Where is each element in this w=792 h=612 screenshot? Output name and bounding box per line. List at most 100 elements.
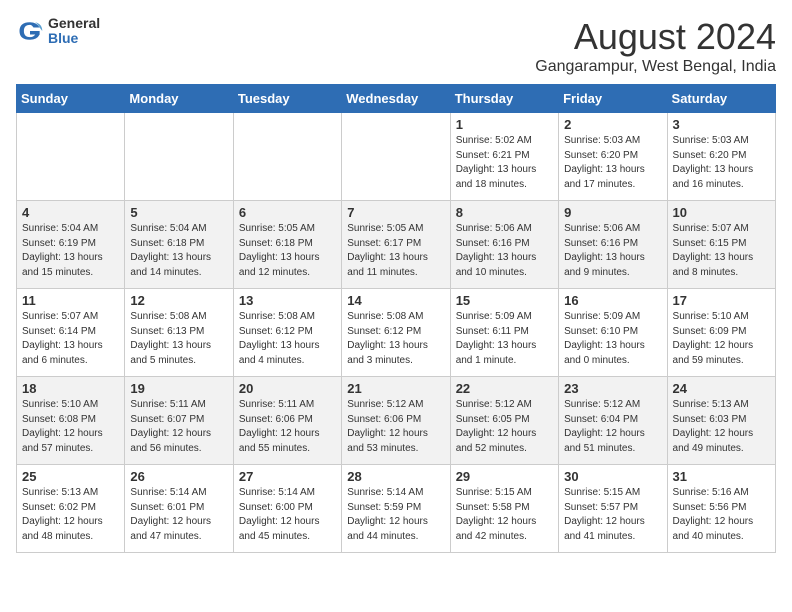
calendar-week-5: 25 Sunrise: 5:13 AM Sunset: 6:02 PM Dayli… [17,465,776,553]
calendar-week-2: 4 Sunrise: 5:04 AM Sunset: 6:19 PM Daylig… [17,201,776,289]
day-info: Sunrise: 5:15 AM Sunset: 5:57 PM Dayligh… [564,486,661,544]
calendar-cell [17,113,125,201]
weekday-header-monday: Monday [125,85,233,113]
calendar-week-4: 18 Sunrise: 5:10 AM Sunset: 6:08 PM Dayli… [17,377,776,465]
calendar-cell: 20Sunrise: 5:11 AM Sunset: 6:06 PM Dayli… [233,377,341,465]
calendar-cell [233,113,341,201]
day-number: 7 [347,205,444,220]
calendar-cell: 16 Sunrise: 5:09 AM Sunset: 6:10 PM Dayli… [559,289,667,377]
day-number: 9 [564,205,661,220]
day-info: Sunrise: 5:13 AM Sunset: 6:02 PM Dayligh… [22,486,119,544]
day-number: 16 [564,293,661,308]
calendar-cell: 22Sunrise: 5:12 AM Sunset: 6:05 PM Dayli… [450,377,558,465]
day-info: Sunrise: 5:05 AM Sunset: 6:18 PM Dayligh… [239,222,336,280]
day-number: 14 [347,293,444,308]
calendar-cell: 12 Sunrise: 5:08 AM Sunset: 6:13 PM Dayli… [125,289,233,377]
day-info: Sunrise: 5:12 AM Sunset: 6:04 PM Dayligh… [564,398,661,456]
calendar-cell: 24 Sunrise: 5:13 AM Sunset: 6:03 PM Dayli… [667,377,775,465]
calendar-cell [342,113,450,201]
day-number: 4 [22,205,119,220]
day-number: 15 [456,293,553,308]
day-info: Sunrise: 5:07 AM Sunset: 6:15 PM Dayligh… [673,222,770,280]
day-info: Sunrise: 5:06 AM Sunset: 6:16 PM Dayligh… [564,222,661,280]
calendar-cell [125,113,233,201]
day-info: Sunrise: 5:04 AM Sunset: 6:19 PM Dayligh… [22,222,119,280]
calendar-cell: 17 Sunrise: 5:10 AM Sunset: 6:09 PM Dayli… [667,289,775,377]
calendar-cell: 28 Sunrise: 5:14 AM Sunset: 5:59 PM Dayli… [342,465,450,553]
day-info: Sunrise: 5:06 AM Sunset: 6:16 PM Dayligh… [456,222,553,280]
title-block: August 2024 Gangarampur, West Bengal, In… [535,16,776,76]
day-number: 12 [130,293,227,308]
calendar-cell: 4 Sunrise: 5:04 AM Sunset: 6:19 PM Daylig… [17,201,125,289]
day-info: Sunrise: 5:02 AM Sunset: 6:21 PM Dayligh… [456,134,553,192]
day-number: 20 [239,381,336,396]
day-info: Sunrise: 5:05 AM Sunset: 6:17 PM Dayligh… [347,222,444,280]
day-info: Sunrise: 5:16 AM Sunset: 5:56 PM Dayligh… [673,486,770,544]
day-info: Sunrise: 5:13 AM Sunset: 6:03 PM Dayligh… [673,398,770,456]
calendar-cell: 3Sunrise: 5:03 AM Sunset: 6:20 PM Daylig… [667,113,775,201]
weekday-header-saturday: Saturday [667,85,775,113]
day-info: Sunrise: 5:08 AM Sunset: 6:13 PM Dayligh… [130,310,227,368]
calendar-cell: 30 Sunrise: 5:15 AM Sunset: 5:57 PM Dayli… [559,465,667,553]
day-info: Sunrise: 5:14 AM Sunset: 5:59 PM Dayligh… [347,486,444,544]
weekday-header-tuesday: Tuesday [233,85,341,113]
day-info: Sunrise: 5:08 AM Sunset: 6:12 PM Dayligh… [347,310,444,368]
day-info: Sunrise: 5:12 AM Sunset: 6:06 PM Dayligh… [347,398,444,456]
day-info: Sunrise: 5:15 AM Sunset: 5:58 PM Dayligh… [456,486,553,544]
weekday-header-thursday: Thursday [450,85,558,113]
page-header: General Blue August 2024 Gangarampur, We… [16,16,776,76]
calendar-cell: 29 Sunrise: 5:15 AM Sunset: 5:58 PM Dayli… [450,465,558,553]
calendar-cell: 6 Sunrise: 5:05 AM Sunset: 6:18 PM Daylig… [233,201,341,289]
calendar-cell: 11Sunrise: 5:07 AM Sunset: 6:14 PM Dayli… [17,289,125,377]
logo-blue-text: Blue [48,31,100,46]
day-info: Sunrise: 5:14 AM Sunset: 6:00 PM Dayligh… [239,486,336,544]
day-number: 1 [456,117,553,132]
day-number: 27 [239,469,336,484]
month-title: August 2024 [535,16,776,58]
calendar-cell: 15 Sunrise: 5:09 AM Sunset: 6:11 PM Dayli… [450,289,558,377]
day-number: 18 [22,381,119,396]
day-number: 25 [22,469,119,484]
calendar-cell: 5 Sunrise: 5:04 AM Sunset: 6:18 PM Daylig… [125,201,233,289]
weekday-header-wednesday: Wednesday [342,85,450,113]
calendar-cell: 26Sunrise: 5:14 AM Sunset: 6:01 PM Dayli… [125,465,233,553]
calendar-week-3: 11Sunrise: 5:07 AM Sunset: 6:14 PM Dayli… [17,289,776,377]
day-info: Sunrise: 5:03 AM Sunset: 6:20 PM Dayligh… [564,134,661,192]
calendar-cell: 14 Sunrise: 5:08 AM Sunset: 6:12 PM Dayli… [342,289,450,377]
day-number: 30 [564,469,661,484]
day-info: Sunrise: 5:11 AM Sunset: 6:07 PM Dayligh… [130,398,227,456]
day-number: 19 [130,381,227,396]
calendar-cell: 2 Sunrise: 5:03 AM Sunset: 6:20 PM Daylig… [559,113,667,201]
day-info: Sunrise: 5:09 AM Sunset: 6:11 PM Dayligh… [456,310,553,368]
calendar-cell: 9 Sunrise: 5:06 AM Sunset: 6:16 PM Daylig… [559,201,667,289]
calendar-cell: 25 Sunrise: 5:13 AM Sunset: 6:02 PM Dayli… [17,465,125,553]
day-number: 26 [130,469,227,484]
calendar-cell: 21 Sunrise: 5:12 AM Sunset: 6:06 PM Dayli… [342,377,450,465]
logo-text: General Blue [48,16,100,47]
calendar-cell: 1 Sunrise: 5:02 AM Sunset: 6:21 PM Daylig… [450,113,558,201]
day-number: 2 [564,117,661,132]
day-number: 31 [673,469,770,484]
day-number: 13 [239,293,336,308]
calendar-week-1: 1 Sunrise: 5:02 AM Sunset: 6:21 PM Daylig… [17,113,776,201]
calendar-cell: 10 Sunrise: 5:07 AM Sunset: 6:15 PM Dayli… [667,201,775,289]
day-info: Sunrise: 5:10 AM Sunset: 6:09 PM Dayligh… [673,310,770,368]
day-number: 5 [130,205,227,220]
day-info: Sunrise: 5:10 AM Sunset: 6:08 PM Dayligh… [22,398,119,456]
logo-general-text: General [48,16,100,31]
logo: General Blue [16,16,100,47]
day-number: 29 [456,469,553,484]
day-number: 6 [239,205,336,220]
logo-icon [16,17,44,45]
calendar-cell: 7 Sunrise: 5:05 AM Sunset: 6:17 PM Daylig… [342,201,450,289]
day-number: 17 [673,293,770,308]
day-number: 24 [673,381,770,396]
day-number: 10 [673,205,770,220]
day-number: 21 [347,381,444,396]
day-info: Sunrise: 5:04 AM Sunset: 6:18 PM Dayligh… [130,222,227,280]
location-title: Gangarampur, West Bengal, India [535,58,776,76]
day-info: Sunrise: 5:09 AM Sunset: 6:10 PM Dayligh… [564,310,661,368]
calendar-cell: 31 Sunrise: 5:16 AM Sunset: 5:56 PM Dayli… [667,465,775,553]
day-info: Sunrise: 5:07 AM Sunset: 6:14 PM Dayligh… [22,310,119,368]
day-number: 28 [347,469,444,484]
